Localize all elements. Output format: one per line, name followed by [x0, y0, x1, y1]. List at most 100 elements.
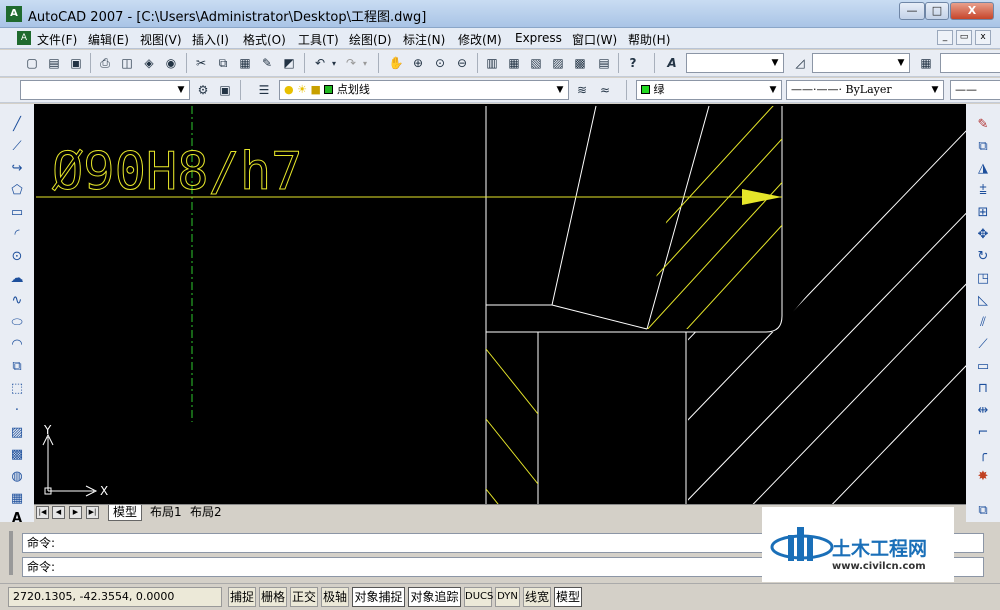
menu-express[interactable]: Express — [515, 31, 562, 45]
menu-format[interactable]: 格式(O) — [243, 31, 286, 48]
pan-icon[interactable]: ✋ — [386, 53, 406, 73]
match-properties-icon[interactable]: ✎ — [257, 53, 277, 73]
doc-minimize-button[interactable]: _ — [937, 30, 953, 45]
document-icon[interactable]: A — [17, 31, 31, 45]
save-icon[interactable]: ▣ — [66, 53, 86, 73]
workspace-settings-icon[interactable]: ⚙ — [193, 80, 213, 100]
doc-close-button[interactable]: x — [975, 30, 991, 45]
undo-dropdown-icon[interactable]: ▾ — [329, 53, 339, 73]
region-icon[interactable]: ◍ — [7, 466, 27, 486]
new-file-icon[interactable]: ▢ — [22, 53, 42, 73]
draworder-icon[interactable]: ⧉ — [973, 500, 993, 520]
table-style-icon[interactable]: ▦ — [916, 53, 936, 73]
menu-dimension[interactable]: 标注(N) — [403, 31, 445, 48]
rotate-icon[interactable]: ↻ — [973, 246, 993, 266]
construction-line-icon[interactable]: ⟋ — [7, 136, 27, 156]
minimize-button[interactable]: — — [899, 2, 925, 20]
doc-restore-button[interactable]: ▭ — [956, 30, 972, 45]
text-style-icon[interactable]: A — [662, 53, 682, 73]
lineweight-select[interactable]: —— — [950, 80, 1000, 100]
dim-style-icon[interactable]: ◿ — [790, 53, 810, 73]
copy-object-icon[interactable]: ⧉ — [973, 136, 993, 156]
tool-palettes-icon[interactable]: ▧ — [526, 53, 546, 73]
trim-icon[interactable]: ⫽ — [973, 312, 993, 332]
ellipse-icon[interactable]: ⬭ — [7, 312, 27, 332]
table-icon[interactable]: ▦ — [7, 488, 27, 508]
properties-icon[interactable]: ▥ — [482, 53, 502, 73]
zoom-realtime-icon[interactable]: ⊕ — [408, 53, 428, 73]
join-icon[interactable]: ⇹ — [973, 400, 993, 420]
redo-dropdown-icon[interactable]: ▾ — [360, 53, 370, 73]
dyn-toggle[interactable]: DYN — [495, 587, 520, 607]
chamfer-icon[interactable]: ⌐ — [973, 422, 993, 442]
arc-icon[interactable]: ◜ — [7, 224, 27, 244]
grid-toggle[interactable]: 栅格 — [259, 587, 287, 607]
break-icon[interactable]: ⊓ — [973, 378, 993, 398]
break-at-point-icon[interactable]: ▭ — [973, 356, 993, 376]
ducs-toggle[interactable]: DUCS — [464, 587, 493, 607]
paste-icon[interactable]: ▦ — [235, 53, 255, 73]
model-toggle[interactable]: 模型 — [554, 587, 582, 607]
autocad-icon[interactable]: A — [6, 6, 22, 22]
open-file-icon[interactable]: ▤ — [44, 53, 64, 73]
polar-toggle[interactable]: 极轴 — [321, 587, 349, 607]
hatch-icon[interactable]: ▨ — [7, 422, 27, 442]
drawing-area[interactable]: Ø90H8/h7 Y X — [34, 104, 966, 504]
polyline-icon[interactable]: ↪ — [7, 158, 27, 178]
spline-icon[interactable]: ∿ — [7, 290, 27, 310]
menu-help[interactable]: 帮助(H) — [628, 31, 670, 48]
workspace-select[interactable]: ▼ — [20, 80, 190, 100]
scale-icon[interactable]: ◳ — [973, 268, 993, 288]
block-editor-icon[interactable]: ◩ — [279, 53, 299, 73]
move-icon[interactable]: ✥ — [973, 224, 993, 244]
insert-block-icon[interactable]: ⧉ — [7, 356, 27, 376]
linetype-select[interactable]: ——·——· ByLayer ▼ — [786, 80, 944, 100]
command-grip[interactable] — [9, 531, 13, 575]
make-block-icon[interactable]: ⬚ — [7, 378, 27, 398]
menu-draw[interactable]: 绘图(D) — [349, 31, 392, 48]
ortho-toggle[interactable]: 正交 — [290, 587, 318, 607]
next-tab-icon[interactable]: ▶ — [69, 506, 82, 519]
circle-icon[interactable]: ⊙ — [7, 246, 27, 266]
menu-edit[interactable]: 编辑(E) — [88, 31, 129, 48]
zoom-window-icon[interactable]: ⊙ — [430, 53, 450, 73]
rectangle-icon[interactable]: ▭ — [7, 202, 27, 222]
first-tab-icon[interactable]: |◀ — [36, 506, 49, 519]
dim-style-select[interactable]: ▼ — [812, 53, 910, 73]
explode-icon[interactable]: ✸ — [973, 466, 993, 486]
dwf-icon[interactable]: ◉ — [161, 53, 181, 73]
osnap-toggle[interactable]: 对象捕捉 — [352, 587, 405, 607]
menu-view[interactable]: 视图(V) — [140, 31, 182, 48]
menu-tools[interactable]: 工具(T) — [298, 31, 339, 48]
snap-toggle[interactable]: 捕捉 — [228, 587, 256, 607]
erase-icon[interactable]: ✎ — [973, 114, 993, 134]
point-icon[interactable]: · — [7, 400, 27, 420]
tab-layout2[interactable]: 布局2 — [186, 505, 226, 521]
lineweight-toggle[interactable]: 线宽 — [523, 587, 551, 607]
gradient-icon[interactable]: ▩ — [7, 444, 27, 464]
menu-insert[interactable]: 插入(I) — [192, 31, 229, 48]
previous-tab-icon[interactable]: ◀ — [52, 506, 65, 519]
extend-icon[interactable]: ⟋ — [973, 334, 993, 354]
close-button[interactable]: X — [950, 2, 994, 20]
menu-file[interactable]: 文件(F) — [37, 31, 77, 48]
redo-icon[interactable]: ↷ — [341, 53, 361, 73]
help-icon[interactable]: ? — [623, 53, 643, 73]
table-style-select[interactable] — [940, 53, 1000, 73]
make-layer-current-icon[interactable]: ≋ — [572, 80, 592, 100]
design-center-icon[interactable]: ▦ — [504, 53, 524, 73]
ellipse-arc-icon[interactable]: ◠ — [7, 334, 27, 354]
tab-layout1[interactable]: 布局1 — [146, 505, 186, 521]
text-style-select[interactable]: ▼ — [686, 53, 784, 73]
menu-modify[interactable]: 修改(M) — [458, 31, 502, 48]
markup-icon[interactable]: ▩ — [570, 53, 590, 73]
mirror-icon[interactable]: ◮ — [973, 158, 993, 178]
zoom-previous-icon[interactable]: ⊖ — [452, 53, 472, 73]
menu-window[interactable]: 窗口(W) — [572, 31, 617, 48]
last-tab-icon[interactable]: ▶| — [86, 506, 99, 519]
color-select[interactable]: 绿 ▼ — [636, 80, 782, 100]
layer-previous-icon[interactable]: ≈ — [595, 80, 615, 100]
polygon-icon[interactable]: ⬠ — [7, 180, 27, 200]
otrack-toggle[interactable]: 对象追踪 — [408, 587, 461, 607]
tab-model[interactable]: 模型 — [108, 505, 143, 521]
